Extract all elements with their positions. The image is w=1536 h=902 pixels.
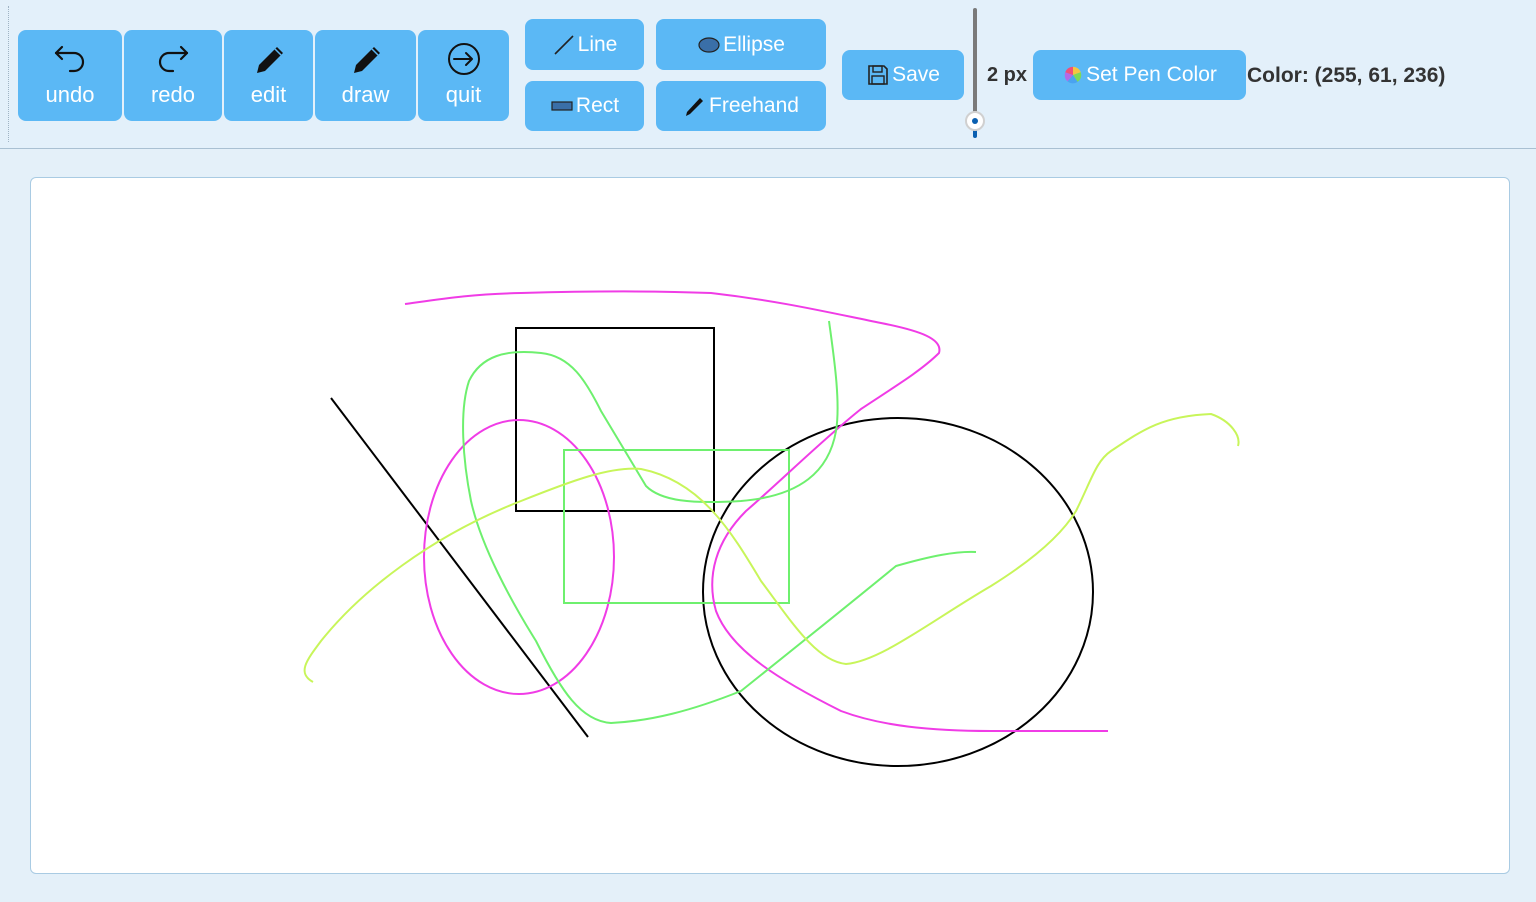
- undo-label: undo: [45, 82, 95, 107]
- freehand-stroke-magenta: [404, 290, 1108, 732]
- line-tool-button[interactable]: Line: [525, 19, 644, 70]
- undo-arrow-icon: [54, 45, 85, 73]
- rect-label: Rect: [575, 94, 620, 117]
- set-pen-color-label: Set Pen Color: [1086, 63, 1217, 86]
- undo-button[interactable]: undo: [18, 30, 122, 121]
- freehand-label: Freehand: [709, 94, 799, 117]
- drawn-ellipse: [702, 417, 1094, 767]
- color-wheel-icon: [1064, 66, 1082, 84]
- ellipse-label: Ellipse: [723, 32, 785, 56]
- ellipse-icon: [698, 36, 720, 53]
- toolbar: undo redo edit draw quit Line Ellipse Re…: [0, 0, 1536, 149]
- edit-button[interactable]: edit: [224, 30, 313, 121]
- line-label: Line: [577, 32, 618, 56]
- save-label: Save: [892, 63, 940, 86]
- pen-icon: [686, 98, 704, 116]
- drawn-rectangle: [515, 327, 715, 512]
- rectangle-icon: [551, 101, 573, 111]
- redo-label: redo: [150, 82, 196, 107]
- save-button[interactable]: Save: [842, 50, 964, 100]
- rect-tool-button[interactable]: Rect: [525, 81, 644, 131]
- draw-label: draw: [341, 82, 390, 107]
- edit-label: edit: [250, 82, 287, 107]
- draw-button[interactable]: draw: [315, 30, 416, 121]
- exit-circle-icon: [447, 43, 480, 75]
- diagonal-line-icon: [554, 34, 574, 55]
- drawing-canvas[interactable]: [30, 177, 1510, 874]
- ellipse-tool-button[interactable]: Ellipse: [656, 19, 826, 70]
- redo-button[interactable]: redo: [124, 30, 222, 121]
- canvas-drawing: [303, 290, 1240, 767]
- quit-label: quit: [445, 82, 482, 107]
- pen-width-slider-thumb[interactable]: [965, 111, 985, 131]
- pencil-icon: [353, 47, 380, 73]
- redo-arrow-icon: [158, 45, 189, 73]
- quit-button[interactable]: quit: [418, 30, 509, 121]
- set-pen-color-button[interactable]: Set Pen Color: [1033, 50, 1246, 100]
- pen-width-label: 2 px: [987, 64, 1028, 86]
- pencil-icon: [256, 47, 283, 73]
- pen-color-readout: Color: (255, 61, 236): [1247, 64, 1446, 87]
- toolbar-grip: [8, 6, 9, 142]
- floppy-disk-icon: [868, 65, 888, 85]
- freehand-tool-button[interactable]: Freehand: [656, 81, 826, 131]
